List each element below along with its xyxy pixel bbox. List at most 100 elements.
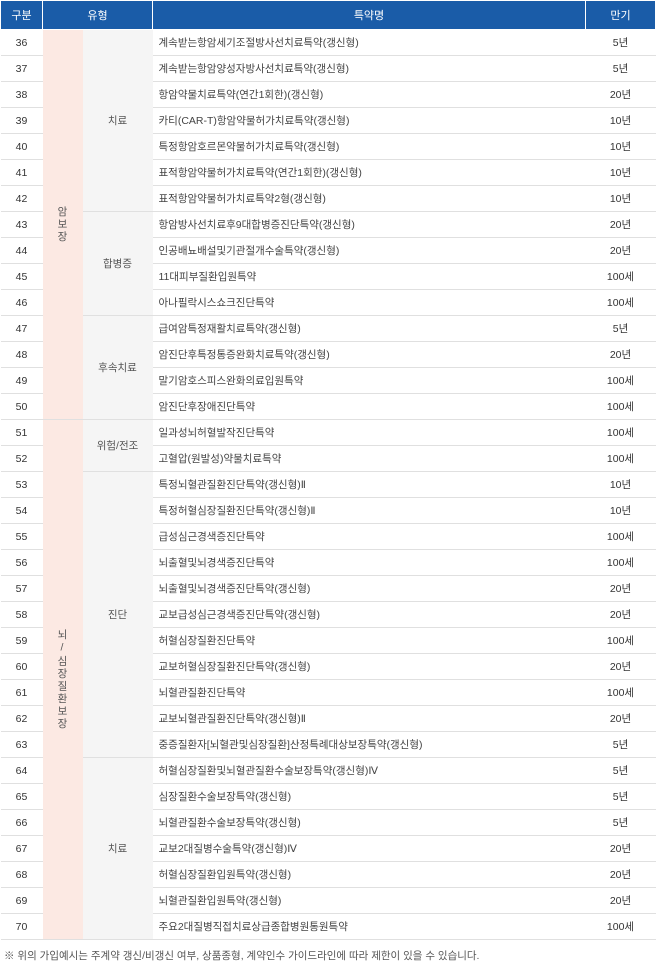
row-number: 65 <box>1 784 43 810</box>
category-cell: 암보장 <box>43 30 83 420</box>
rider-term: 20년 <box>586 654 656 680</box>
row-number: 64 <box>1 758 43 784</box>
header-name: 특약명 <box>153 1 586 30</box>
rider-name: 계속받는항암양성자방사선치료특약(갱신형) <box>153 56 586 82</box>
rider-name: 암진단후장애진단특약 <box>153 394 586 420</box>
rider-term: 100세 <box>586 394 656 420</box>
row-number: 66 <box>1 810 43 836</box>
row-number: 46 <box>1 290 43 316</box>
rider-term: 100세 <box>586 264 656 290</box>
category-cell: 뇌/심장질환보장 <box>43 420 83 940</box>
rider-name: 뇌혈관질환입원특약(갱신형) <box>153 888 586 914</box>
rider-name: 뇌혈관질환수술보장특약(갱신형) <box>153 810 586 836</box>
rider-term: 100세 <box>586 550 656 576</box>
row-number: 49 <box>1 368 43 394</box>
row-number: 41 <box>1 160 43 186</box>
row-number: 40 <box>1 134 43 160</box>
row-number: 48 <box>1 342 43 368</box>
rider-term: 100세 <box>586 524 656 550</box>
rider-term: 5년 <box>586 732 656 758</box>
row-number: 43 <box>1 212 43 238</box>
row-number: 57 <box>1 576 43 602</box>
rider-name: 뇌출혈및뇌경색증진단특약(갱신형) <box>153 576 586 602</box>
rider-term: 20년 <box>586 602 656 628</box>
rider-term: 10년 <box>586 160 656 186</box>
rider-term: 20년 <box>586 212 656 238</box>
rider-name: 고혈압(원발성)약물치료특약 <box>153 446 586 472</box>
rider-name: 표적항암약물허가치료특약(연간1회한)(갱신형) <box>153 160 586 186</box>
row-number: 39 <box>1 108 43 134</box>
rider-term: 10년 <box>586 472 656 498</box>
rider-name: 급여암특정재활치료특약(갱신형) <box>153 316 586 342</box>
rider-term: 100세 <box>586 368 656 394</box>
rider-name: 말기암호스피스완화의료입원특약 <box>153 368 586 394</box>
rider-name: 인공배뇨배설및기관절개수술특약(갱신형) <box>153 238 586 264</box>
rider-name: 뇌출혈및뇌경색증진단특약 <box>153 550 586 576</box>
rider-term: 5년 <box>586 316 656 342</box>
rider-term: 5년 <box>586 30 656 56</box>
rider-name: 11대피부질환입원특약 <box>153 264 586 290</box>
rider-term: 20년 <box>586 836 656 862</box>
table-row: 36암보장치료계속받는항암세기조절방사선치료특약(갱신형)5년 <box>1 30 656 56</box>
rider-term: 20년 <box>586 238 656 264</box>
rider-term: 10년 <box>586 186 656 212</box>
row-number: 63 <box>1 732 43 758</box>
rider-term: 20년 <box>586 82 656 108</box>
rider-name: 급성심근경색증진단특약 <box>153 524 586 550</box>
rider-name: 아나필락시스쇼크진단특약 <box>153 290 586 316</box>
row-number: 45 <box>1 264 43 290</box>
rider-term: 100세 <box>586 420 656 446</box>
type-cell: 진단 <box>83 472 153 758</box>
rider-name: 허혈심장질환및뇌혈관질환수술보장특약(갱신형)Ⅳ <box>153 758 586 784</box>
footnote: ※ 위의 가입예시는 주계약 갱신/비갱신 여부, 상품종형, 계약인수 가이드… <box>0 940 656 971</box>
rider-term: 5년 <box>586 810 656 836</box>
row-number: 62 <box>1 706 43 732</box>
rider-term: 100세 <box>586 628 656 654</box>
row-number: 60 <box>1 654 43 680</box>
rider-name: 심장질환수술보장특약(갱신형) <box>153 784 586 810</box>
rider-name: 교보허혈심장질환진단특약(갱신형) <box>153 654 586 680</box>
rider-name: 중증질환자[뇌혈관및심장질환]산정특례대상보장특약(갱신형) <box>153 732 586 758</box>
row-number: 36 <box>1 30 43 56</box>
table-row: 43합병증항암방사선치료후9대합병증진단특약(갱신형)20년 <box>1 212 656 238</box>
table-row: 47후속치료급여암특정재활치료특약(갱신형)5년 <box>1 316 656 342</box>
rider-term: 20년 <box>586 862 656 888</box>
rider-name: 항암방사선치료후9대합병증진단특약(갱신형) <box>153 212 586 238</box>
row-number: 44 <box>1 238 43 264</box>
rider-name: 교보급성심근경색증진단특약(갱신형) <box>153 602 586 628</box>
rider-term: 10년 <box>586 134 656 160</box>
rider-name: 뇌혈관질환진단특약 <box>153 680 586 706</box>
header-term: 만기 <box>586 1 656 30</box>
row-number: 42 <box>1 186 43 212</box>
table-row: 51뇌/심장질환보장위험/전조일과성뇌허혈발작진단특약100세 <box>1 420 656 446</box>
row-number: 61 <box>1 680 43 706</box>
row-number: 69 <box>1 888 43 914</box>
type-cell: 치료 <box>83 758 153 940</box>
row-number: 52 <box>1 446 43 472</box>
header-type: 유형 <box>43 1 153 30</box>
rider-name: 특정허혈심장질환진단특약(갱신형)Ⅱ <box>153 498 586 524</box>
row-number: 53 <box>1 472 43 498</box>
rider-name: 허혈심장질환진단특약 <box>153 628 586 654</box>
rider-name: 특정항암호르몬약물허가치료특약(갱신형) <box>153 134 586 160</box>
rider-term: 5년 <box>586 758 656 784</box>
row-number: 67 <box>1 836 43 862</box>
rider-name: 허혈심장질환입원특약(갱신형) <box>153 862 586 888</box>
row-number: 56 <box>1 550 43 576</box>
row-number: 55 <box>1 524 43 550</box>
rider-term: 20년 <box>586 342 656 368</box>
header-gubun: 구분 <box>1 1 43 30</box>
rider-name: 교보뇌혈관질환진단특약(갱신형)Ⅱ <box>153 706 586 732</box>
row-number: 51 <box>1 420 43 446</box>
table-row: 53진단특정뇌혈관질환진단특약(갱신형)Ⅱ10년 <box>1 472 656 498</box>
rider-name: 암진단후특정통증완화치료특약(갱신형) <box>153 342 586 368</box>
rider-name: 일과성뇌허혈발작진단특약 <box>153 420 586 446</box>
rider-term: 10년 <box>586 108 656 134</box>
rider-name: 계속받는항암세기조절방사선치료특약(갱신형) <box>153 30 586 56</box>
row-number: 50 <box>1 394 43 420</box>
rider-term: 20년 <box>586 706 656 732</box>
rider-name: 항암약물치료특약(연간1회한)(갱신형) <box>153 82 586 108</box>
rider-term: 10년 <box>586 498 656 524</box>
row-number: 68 <box>1 862 43 888</box>
row-number: 47 <box>1 316 43 342</box>
